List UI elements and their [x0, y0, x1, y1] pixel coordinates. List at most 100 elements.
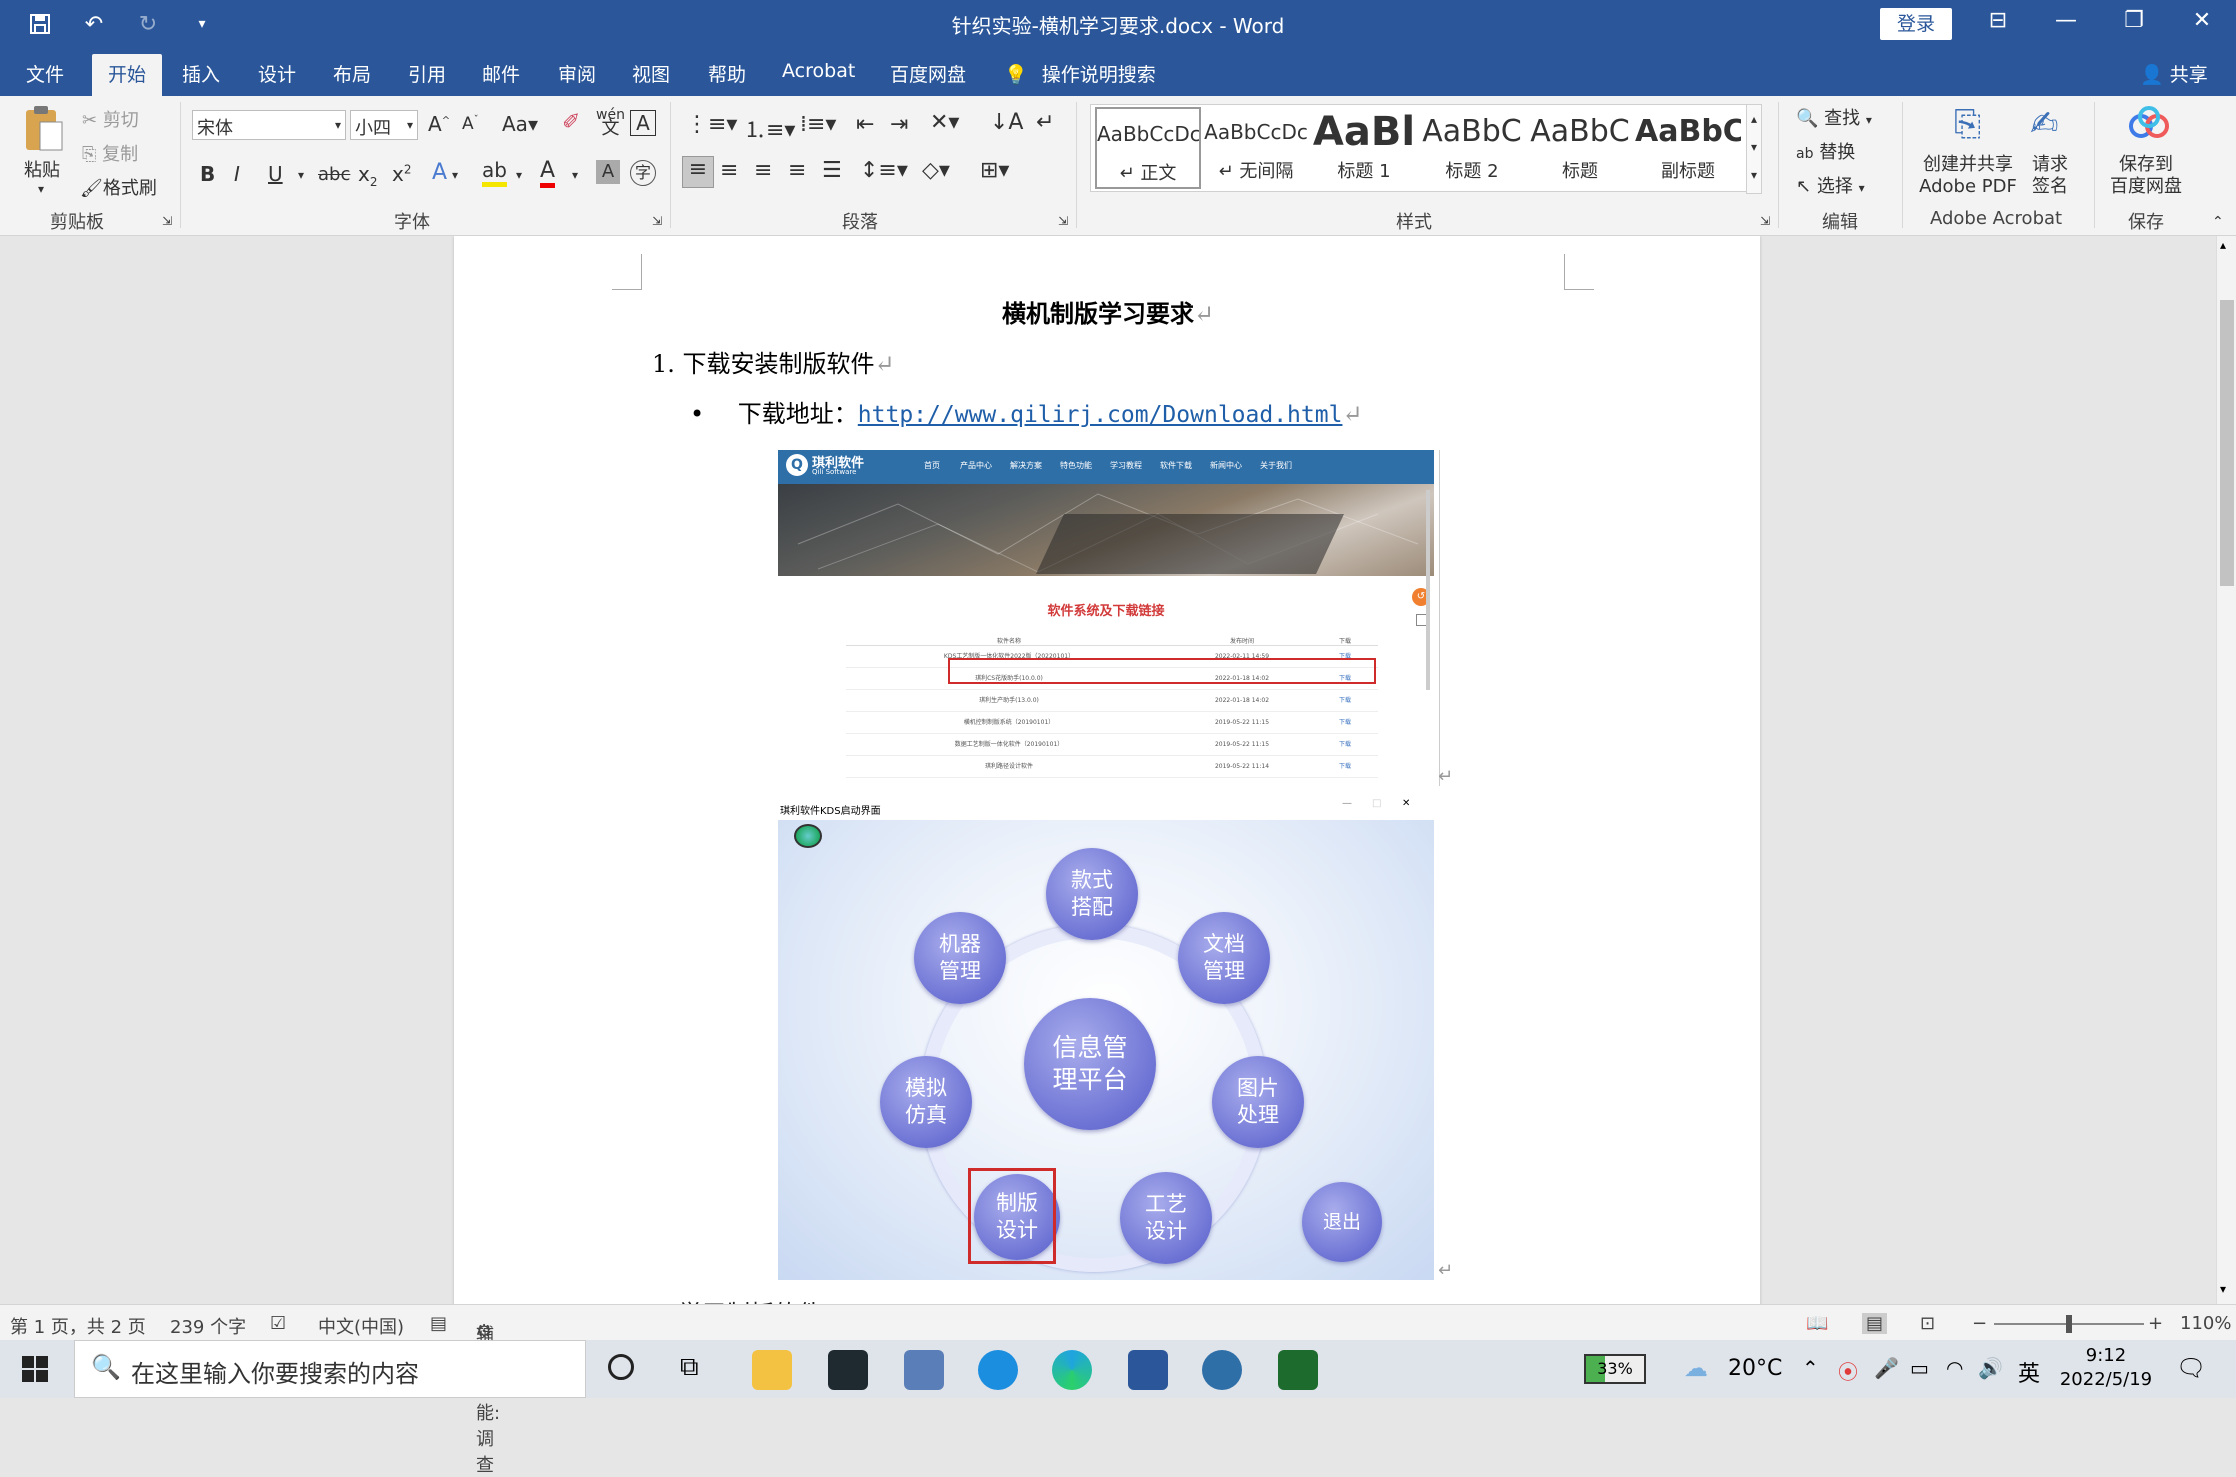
tab-layout[interactable]: 布局	[333, 60, 371, 87]
character-shading-icon[interactable]: A	[596, 160, 620, 184]
wifi-icon[interactable]: ◠	[1946, 1356, 1963, 1380]
table-row[interactable]: 琪利路径设计软件 2019-05-22 11:14 下载	[846, 756, 1378, 778]
battery-icon[interactable]: ▭	[1910, 1356, 1929, 1380]
zoom-slider-thumb[interactable]	[2066, 1315, 2072, 1333]
zoom-level[interactable]: 110%	[2180, 1313, 2231, 1334]
scroll-up-icon[interactable]: ▴	[2220, 238, 2226, 252]
save-to-baidu-button[interactable]: 保存到 百度网盘	[2110, 154, 2182, 198]
underline-dropdown-icon[interactable]: ▾	[298, 168, 304, 182]
minimize-icon[interactable]: —	[2036, 8, 2096, 33]
record-icon[interactable]: ⦿	[1838, 1356, 1858, 1385]
clipboard-launcher-icon[interactable]: ⇲	[162, 214, 172, 228]
styles-scroll[interactable]: ▴ ▾ ▾	[1746, 104, 1762, 194]
enclose-characters-icon[interactable]: 字	[630, 160, 656, 186]
table-row[interactable]: 横机控制制版系统（20190101） 2019-05-22 11:15 下载	[846, 712, 1378, 734]
style-no-spacing[interactable]: AaBbCcDc ↵ 无间隔	[1203, 107, 1309, 189]
grow-font-icon[interactable]: A^	[428, 112, 450, 136]
bubble-document-management[interactable]: 文档 管理	[1178, 912, 1270, 1004]
site-nav-item[interactable]: 学习教程	[1110, 460, 1160, 471]
vertical-scrollbar[interactable]: ▴ ▾	[2216, 236, 2236, 1304]
font-color-icon[interactable]: A	[540, 158, 556, 188]
site-nav-item[interactable]: 软件下载	[1160, 460, 1210, 471]
baidu-cloud-icon[interactable]	[2128, 106, 2170, 145]
select-button[interactable]: ↖ 选择 ▾	[1796, 172, 1865, 198]
format-painter-button[interactable]: 🖌格式刷	[80, 174, 157, 200]
change-case-icon[interactable]: Aa▾	[502, 112, 538, 136]
styles-launcher-icon[interactable]: ⇲	[1760, 214, 1770, 228]
numbering-icon[interactable]: ⒈≡▾	[744, 112, 795, 144]
kds-minimize-icon[interactable]: —	[1342, 798, 1352, 809]
macro-icon[interactable]: ▤	[430, 1313, 447, 1334]
site-nav-item[interactable]: 解决方案	[1010, 460, 1060, 471]
tab-references[interactable]: 引用	[408, 60, 446, 87]
highlight-icon[interactable]: ab	[482, 158, 507, 187]
style-subtitle[interactable]: AaBbC 副标题	[1635, 107, 1741, 189]
ds-app-icon[interactable]	[1278, 1350, 1318, 1390]
italic-icon[interactable]: I	[234, 162, 240, 186]
replace-button[interactable]: ab 替换	[1796, 138, 1855, 164]
bubble-style-matching[interactable]: 款式 搭配	[1046, 848, 1138, 940]
site-scrollbar[interactable]	[1426, 490, 1430, 690]
paragraph-launcher-icon[interactable]: ⇲	[1058, 214, 1068, 228]
volume-icon[interactable]: 🔊	[1978, 1356, 2003, 1380]
ime-indicator[interactable]: 英	[2018, 1356, 2040, 1388]
sort-icon[interactable]: ↓A	[990, 110, 1023, 135]
create-pdf-button[interactable]: 创建并共享 Adobe PDF	[1918, 154, 2018, 198]
windows-start-icon[interactable]	[22, 1356, 48, 1386]
align-center-icon[interactable]: ≡	[720, 158, 738, 183]
weather-icon[interactable]: ☁	[1684, 1354, 1708, 1382]
bubble-machine-management[interactable]: 机器 管理	[914, 912, 1006, 1004]
center-hub[interactable]: 信息管 理平台	[1024, 998, 1156, 1130]
font-launcher-icon[interactable]: ⇲	[652, 214, 662, 228]
zoom-in-icon[interactable]: +	[2148, 1313, 2163, 1334]
tab-help[interactable]: 帮助	[708, 60, 746, 87]
page-count[interactable]: 第 1 页，共 2 页	[10, 1313, 146, 1339]
print-layout-icon[interactable]: ▤	[1862, 1313, 1888, 1334]
table-row[interactable]: 数据工艺制版一体化软件（20190101） 2019-05-22 11:15 下载	[846, 734, 1378, 756]
underline-icon[interactable]: U	[268, 162, 283, 186]
bubble-craft-design[interactable]: 工艺 设计	[1120, 1172, 1212, 1264]
borders-icon[interactable]: ⊞▾	[980, 158, 1009, 183]
website-screenshot[interactable]: Q 琪利软件 Qili Software 首页 产品中心 解决方案 特色功能 学…	[778, 450, 1440, 786]
tray-chevron-icon[interactable]: ⌃	[1802, 1356, 1819, 1380]
request-signature-icon[interactable]: ✍	[2030, 104, 2059, 144]
restore-icon[interactable]: ❐	[2104, 8, 2164, 33]
bubble-image-processing[interactable]: 图片 处理	[1212, 1056, 1304, 1148]
paste-dropdown-icon[interactable]: ▾	[38, 182, 44, 196]
zoom-out-icon[interactable]: −	[1972, 1313, 1987, 1334]
show-marks-icon[interactable]: ↵	[1036, 110, 1054, 135]
font-size-combo[interactable]: 小四 ▾	[350, 110, 418, 140]
font-color-dropdown-icon[interactable]: ▾	[572, 168, 578, 182]
justify-icon[interactable]: ≡	[788, 158, 806, 183]
app-icon[interactable]	[828, 1350, 868, 1390]
collapse-ribbon-icon[interactable]: ⌃	[2212, 214, 2224, 230]
bullets-icon[interactable]: ⋮≡▾	[686, 112, 737, 137]
shading-icon[interactable]: ◇▾	[922, 158, 950, 183]
temperature[interactable]: 20°C	[1728, 1356, 1782, 1381]
phonetic-guide-icon[interactable]: wén 文	[596, 108, 625, 138]
task-view-icon[interactable]: ⧉	[680, 1352, 699, 1383]
kds-maximize-icon[interactable]: □	[1372, 798, 1381, 809]
battery-indicator[interactable]: 33%	[1584, 1354, 1646, 1384]
clock[interactable]: 9:12 2022/5/19	[2058, 1344, 2154, 1392]
paste-icon[interactable]	[22, 104, 66, 154]
paste-button[interactable]: 粘贴	[24, 156, 60, 182]
align-left-icon[interactable]: ≡	[682, 156, 714, 188]
find-button[interactable]: 🔍 查找 ▾	[1796, 104, 1872, 130]
word-icon[interactable]	[1128, 1350, 1168, 1390]
bubble-simulation[interactable]: 模拟 仿真	[880, 1056, 972, 1148]
tab-view[interactable]: 视图	[632, 60, 670, 87]
taskbar-search[interactable]: 🔍 在这里输入你要搜索的内容	[74, 1340, 586, 1398]
site-nav-item[interactable]: 产品中心	[960, 460, 1010, 471]
site-nav-item[interactable]: 首页	[924, 460, 960, 471]
site-nav-item[interactable]: 新闻中心	[1210, 460, 1260, 471]
create-pdf-icon[interactable]: ⎘	[1954, 104, 1981, 144]
tab-insert[interactable]: 插入	[182, 60, 220, 87]
multilevel-list-icon[interactable]: ⁞≡▾	[800, 112, 836, 137]
highlight-dropdown-icon[interactable]: ▾	[516, 168, 522, 182]
superscript-icon[interactable]: x2	[392, 162, 411, 186]
tab-design[interactable]: 设计	[258, 60, 296, 87]
site-nav-item[interactable]: 关于我们	[1260, 460, 1310, 471]
subscript-icon[interactable]: x2	[358, 162, 377, 189]
word-count[interactable]: 239 个字	[170, 1313, 246, 1339]
